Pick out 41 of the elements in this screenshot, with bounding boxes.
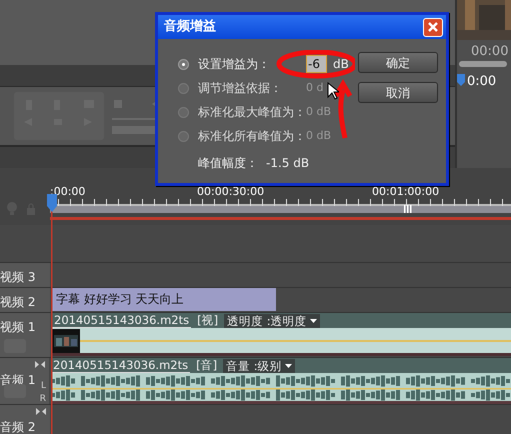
dialog-title: 音频增益 <box>164 18 216 36</box>
timecode: 00:00 <box>470 44 510 60</box>
track-name: 视频 1 <box>0 319 36 336</box>
peak-value: -1.5 dB <box>266 155 310 172</box>
disabled-value: 0 dB <box>306 128 332 144</box>
collapse-icon <box>35 361 45 368</box>
gain-input-field[interactable]: -6 <box>306 55 327 73</box>
radio-button[interactable] <box>178 58 189 70</box>
option-label: 标准化最大峰值为： <box>198 104 306 121</box>
scrub-bar <box>457 60 507 68</box>
track-name: 视频 2 <box>0 294 36 311</box>
dialog-button[interactable]: 确定 <box>358 52 438 73</box>
timecode: 00:01:00:00 <box>372 186 440 198</box>
playhead-icon <box>457 74 465 86</box>
dialog-button[interactable]: 取消 <box>358 82 438 103</box>
close-button[interactable] <box>423 18 443 36</box>
option-label: 设置增益为： <box>198 56 271 73</box>
title-clip: 字幕 好好学习 天天向上 <box>52 288 276 311</box>
channel-label: R <box>40 395 46 404</box>
caret-icon <box>285 364 292 369</box>
collapse-icon <box>36 408 46 415</box>
clip-type: [视] <box>197 312 218 329</box>
channel-label: L <box>40 382 46 391</box>
timecode: 00:00:30:00 <box>197 186 264 198</box>
unit-label: dB <box>333 56 349 73</box>
close-icon <box>428 22 438 32</box>
option-label: 标准化所有峰值为： <box>198 128 306 145</box>
cursor-icon <box>327 82 339 100</box>
option-label: 调节增益依据： <box>198 80 283 97</box>
playhead-marker <box>47 194 57 212</box>
track-name: 音频 2 <box>0 419 36 434</box>
disabled-value: 0 d <box>306 80 324 96</box>
timecode: :00:00 <box>50 186 86 198</box>
caret-icon <box>310 318 318 324</box>
effect-dropdown[interactable]: 透明度 :透明度 <box>224 314 320 328</box>
track-name: 视频 3 <box>0 269 36 286</box>
disabled-value: 0 dB <box>306 104 332 120</box>
timecode: 0:00 <box>466 74 496 90</box>
clip-type: [音] <box>196 356 218 374</box>
effect-dropdown[interactable]: 音量 :级别 <box>223 358 296 372</box>
peak-label: 峰值幅度： <box>198 155 258 172</box>
